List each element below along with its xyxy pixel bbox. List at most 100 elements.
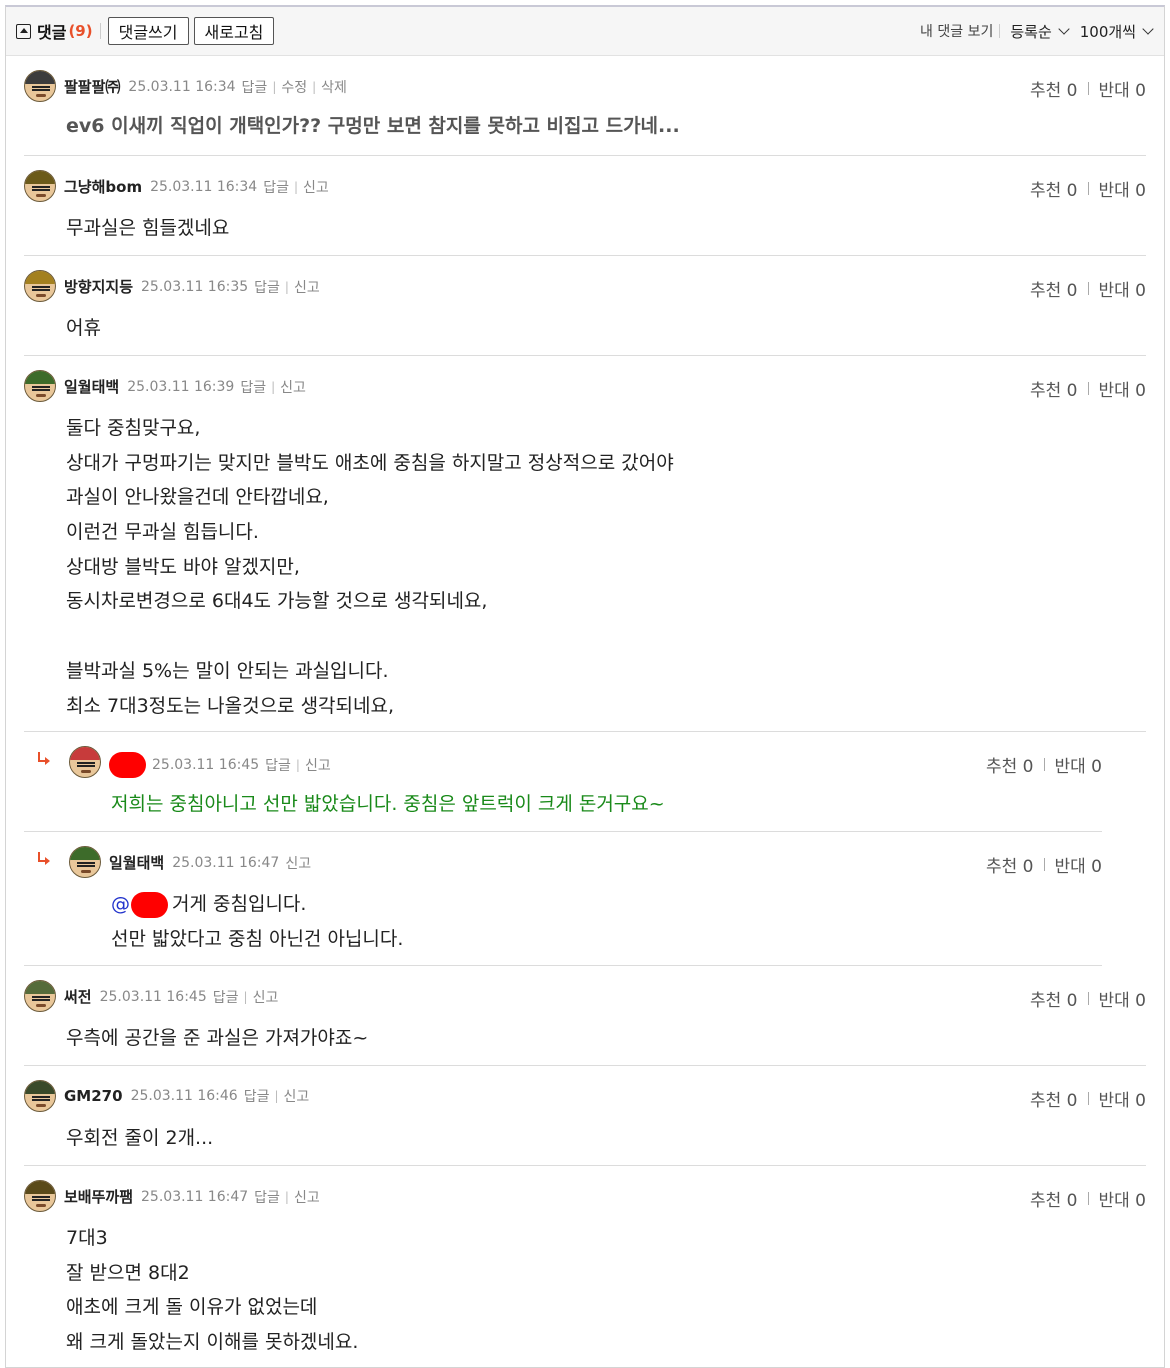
comment-date: 25.03.11 16:34 [128,78,236,95]
upvote-button[interactable]: 추천 0 [1030,1086,1078,1111]
refresh-button[interactable]: 새로고침 [193,17,275,45]
comment-meta: GM270 25.03.11 16:46 답글 | 신고 [64,1086,309,1106]
comment-item: GM270 25.03.11 16:46 답글 | 신고 추천 0 반대 0 우회전 줄이 2… [6,1066,1164,1166]
divider [1087,182,1089,195]
comment-action-edit[interactable]: 수정 [281,77,307,97]
avatar[interactable] [24,980,56,1012]
divider [1087,82,1089,95]
author-nickname[interactable]: 보배뚜까팸 [64,1186,133,1207]
upvote-button[interactable]: 추천 0 [1030,1186,1078,1211]
comment-text: 저희는 중침아니고 선만 밟았습니다. 중침은 앞트럭이 크게 돈거구요~ [111,793,665,815]
comment-line: 최소 7대3정도는 나올것으로 생각되네요, [66,689,674,724]
comment-meta: 써전 25.03.11 16:45 답글 | 신고 [64,986,278,1007]
comment-action-report[interactable]: 신고 [253,987,279,1007]
avatar[interactable] [24,370,56,402]
upvote-button[interactable]: 추천 0 [1030,276,1078,301]
collapse-toggle-icon[interactable] [16,23,31,39]
redacted-mention-name [131,891,168,918]
author-nickname[interactable]: GM270 [64,1087,123,1105]
comment-action-report[interactable]: 신고 [285,853,311,873]
comment-item: 팔팔팔㈜ 25.03.11 16:34 답글 | 수정 | 삭제 추천 0 반대 0 ev6 이새… [6,56,1164,156]
upvote-button[interactable]: 추천 0 [1030,376,1078,401]
comment-item: 보배뚜까팸 25.03.11 16:47 답글 | 신고 추천 0 반대 0 7대3 잘 받으면… [6,1166,1164,1366]
comment-action-report[interactable]: 신고 [294,1187,320,1207]
comment-line: 우회전 줄이 2개... [66,1121,213,1156]
comment-action-reply[interactable]: 답글 [254,277,280,297]
comment-text: 거게 중침입니다. [172,893,307,915]
comment-date: 25.03.11 16:45 [99,988,207,1005]
comment-body: ev6 이새끼 직업이 개택인가?? 구멍만 보면 참지를 못하고 비집고 드가… [66,109,680,144]
avatar[interactable] [69,846,101,878]
downvote-button[interactable]: 반대 0 [1055,852,1103,877]
write-comment-button[interactable]: 댓글쓰기 [107,17,189,45]
comment-line: 우측에 공간을 준 과실은 가져가야죠~ [66,1021,368,1056]
comment-text: 블박과실 5%는 말이 안되는 과실입니다. [66,659,389,682]
downvote-button[interactable]: 반대 0 [1099,276,1147,301]
comment-action-reply[interactable]: 답글 [244,1086,270,1106]
comment-action-reply[interactable]: 답글 [213,987,239,1007]
comment-action-report[interactable]: 신고 [280,377,306,397]
divider: | [243,989,248,1004]
reply-comment: 일월태백 25.03.11 16:47 신고 추천 0 반대 0 @ 거게 중침입니다. 선만… [6,832,1164,966]
upvote-button[interactable]: 추천 0 [986,852,1034,877]
downvote-button[interactable]: 반대 0 [1055,752,1103,777]
comment-action-report[interactable]: 신고 [303,177,329,197]
comment-body: 둘다 중침맞구요, 상대가 구멍파기는 맞지만 블박도 애초에 중침을 하지말고 … [66,411,674,723]
avatar[interactable] [24,1180,56,1212]
avatar[interactable] [24,1080,56,1112]
comment-action-report[interactable]: 신고 [284,1086,310,1106]
comment-body: 우회전 줄이 2개... [66,1121,213,1156]
avatar[interactable] [69,746,101,778]
comment-line: 이런건 무과실 힘듭니다. [66,515,674,550]
downvote-button[interactable]: 반대 0 [1099,1186,1147,1211]
comment-action-reply[interactable]: 답글 [242,77,268,97]
author-nickname[interactable]: 일월태백 [109,852,164,873]
comment-action-reply[interactable]: 답글 [240,377,266,397]
comment-text: 동시차로변경으로 6대4도 가능할 것으로 생각되네요, [66,590,488,613]
comment-action-reply[interactable]: 답글 [254,1187,280,1207]
upvote-button[interactable]: 추천 0 [1030,76,1078,101]
author-nickname[interactable]: 일월태백 [64,376,119,397]
comment-line: 어휴 [66,311,101,346]
sort-dropdown[interactable]: 등록순 [1010,21,1070,42]
comment-text: 과실이 안나왔을건데 안타깝네요, [66,486,329,509]
author-nickname[interactable]: 그냥해bom [64,176,142,197]
comments-panel: 댓글 (9) 댓글쓰기 새로고침 내 댓글 보기 등록순 100개씩 팔팔팔㈜ 2… [5,5,1165,1368]
author-nickname[interactable]: 써전 [64,986,92,1007]
comment-line: 왜 크게 돌았는지 이해를 못하겠네요. [66,1325,358,1360]
my-comments-link[interactable]: 내 댓글 보기 [920,21,993,41]
comment-action-reply[interactable]: 답글 [263,177,289,197]
comment-action-delete[interactable]: 삭제 [321,77,347,97]
comment-meta: 일월태백 25.03.11 16:47 신고 [109,852,311,873]
page-size-dropdown[interactable]: 100개씩 [1080,21,1154,42]
upvote-button[interactable]: 추천 0 [1030,176,1078,201]
downvote-button[interactable]: 반대 0 [1099,176,1147,201]
downvote-button[interactable]: 반대 0 [1099,986,1147,1011]
author-nickname[interactable]: 팔팔팔㈜ [64,76,120,97]
comment-date: 25.03.11 16:47 [172,854,280,871]
reply-arrow-icon [38,852,50,865]
downvote-button[interactable]: 반대 0 [1099,1086,1147,1111]
comment-line: @ 거게 중침입니다. [111,887,403,922]
divider [1087,992,1089,1005]
divider: | [274,1089,279,1103]
mention-tag[interactable]: @ [111,893,130,915]
comment-action-report[interactable]: 신고 [305,755,331,775]
upvote-button[interactable]: 추천 0 [986,752,1034,777]
comment-text: 이런건 무과실 힘듭니다. [66,521,259,544]
comment-action-reply[interactable]: 답글 [265,755,291,775]
downvote-button[interactable]: 반대 0 [1099,376,1147,401]
avatar[interactable] [24,270,56,302]
comment-body: @ 거게 중침입니다. 선만 밟았다고 중침 아닌건 아닙니다. [111,887,403,956]
comment-body: 어휴 [66,311,101,346]
upvote-button[interactable]: 추천 0 [1030,986,1078,1011]
avatar[interactable] [24,170,56,202]
comments-header: 댓글 (9) 댓글쓰기 새로고침 내 댓글 보기 등록순 100개씩 [6,7,1164,56]
divider [1087,1192,1089,1205]
divider [1043,858,1045,871]
comment-line: 상대방 블박도 바야 알겠지만, [66,550,674,585]
comment-action-report[interactable]: 신고 [294,277,320,297]
avatar[interactable] [24,70,56,102]
downvote-button[interactable]: 반대 0 [1099,76,1147,101]
author-nickname[interactable]: 방향지지등 [64,276,133,297]
